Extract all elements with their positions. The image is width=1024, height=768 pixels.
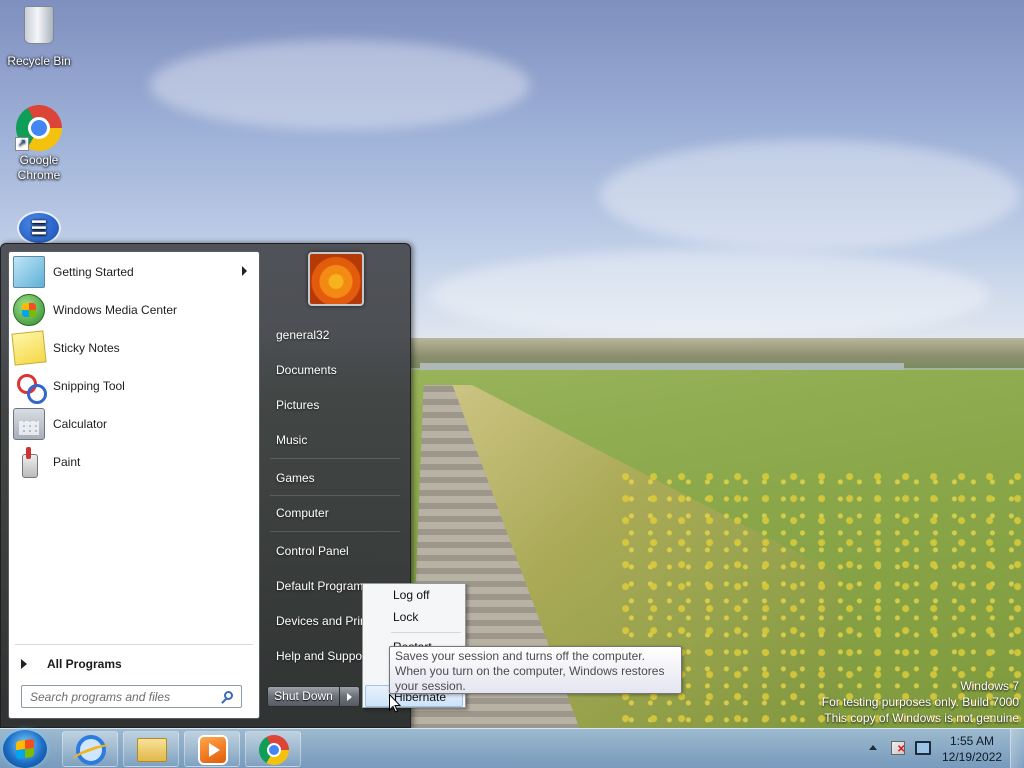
watermark-line2: For testing purposes only. Build 7000 [821,695,1019,709]
arrow-right-icon [21,659,27,669]
cloud [150,40,530,130]
network-icon[interactable] [915,741,931,755]
cloud [430,250,990,340]
clock-date: 12/19/2022 [942,750,1003,764]
all-programs-label: All Programs [47,657,122,671]
taskbar-windows-explorer[interactable] [123,731,179,767]
program-label: Windows Media Center [53,303,178,317]
divider [270,531,400,532]
program-getting-started[interactable]: Getting Started [11,254,257,290]
chrome-icon: ↗ [15,105,63,151]
ie-icon [76,735,106,765]
mouse-cursor-icon [389,694,401,713]
program-windows-media-center[interactable]: Windows Media Center [11,292,257,328]
shut-down-button[interactable]: Shut Down [267,686,340,707]
program-label: Sticky Notes [53,341,120,355]
windows-logo-icon [16,738,34,760]
program-label: Getting Started [53,265,134,279]
right-item-music[interactable]: Music [268,425,403,455]
search-box[interactable] [21,685,242,708]
watermark-line3: This copy of Windows is not genuine [824,711,1019,725]
divider [15,644,253,645]
folder-icon [137,738,167,762]
taskbar-media-player[interactable] [184,731,240,767]
menu-item-lock[interactable]: Lock [365,606,463,628]
submenu-arrow-icon[interactable] [242,266,247,276]
action-center-flag-icon[interactable] [891,741,905,755]
user-picture-avatar[interactable] [308,252,364,306]
show-hidden-icons-arrow-icon[interactable] [869,745,877,750]
program-paint[interactable]: Paint [11,444,257,480]
chrome-icon [259,735,289,765]
shut-down-options-button[interactable] [340,686,360,707]
desktop-icon-label: Recycle Bin [7,54,71,68]
search-icon[interactable] [224,691,233,700]
program-label: Calculator [53,417,108,431]
media-center-icon [13,294,45,326]
right-item-control-panel[interactable]: Control Panel [268,536,403,566]
right-item-pictures[interactable]: Pictures [268,390,403,420]
getting-started-icon [13,256,45,288]
sticky-notes-icon [11,330,47,366]
windows-watermark: Windows 7 For testing purposes only. Bui… [822,678,1019,726]
calculator-icon [13,408,45,440]
start-menu-programs-pane: Getting Started Windows Media Center Sti… [8,251,260,719]
system-clock[interactable]: 1:55 AM 12/19/2022 [942,733,1002,765]
divider [391,632,461,633]
show-desktop-button[interactable] [1010,729,1024,768]
search-input[interactable] [30,689,210,704]
hibernate-tooltip: Saves your session and turns off the com… [389,646,682,694]
desktop-icon-google-chrome[interactable]: ↗ Google Chrome [1,105,77,183]
right-item-documents[interactable]: Documents [268,355,403,385]
watermark-line1: Windows 7 [960,679,1019,693]
cloud [600,140,1020,250]
right-item-user[interactable]: general32 [268,320,403,350]
program-sticky-notes[interactable]: Sticky Notes [11,330,257,366]
desktop-icon-recycle-bin[interactable]: Recycle Bin [1,2,77,69]
divider [270,458,400,459]
taskbar: 1:55 AM 12/19/2022 [0,728,1024,768]
program-snipping-tool[interactable]: Snipping Tool [11,368,257,404]
program-calculator[interactable]: Calculator [11,406,257,442]
all-programs-button[interactable]: All Programs [11,650,257,678]
program-label: Snipping Tool [53,379,125,393]
recycle-bin-icon [15,6,63,52]
paint-icon [13,446,45,478]
start-button[interactable] [3,730,47,768]
right-item-games[interactable]: Games [268,463,403,493]
menu-item-log-off[interactable]: Log off [365,584,463,606]
arrow-right-icon [347,693,352,701]
program-label: Paint [53,455,81,469]
clock-time: 1:55 AM [949,734,995,748]
divider [270,495,400,496]
snipping-tool-icon [13,370,47,404]
media-player-icon [198,735,228,765]
right-item-computer[interactable]: Computer [268,498,403,528]
taskbar-google-chrome[interactable] [245,731,301,767]
taskbar-internet-explorer[interactable] [62,731,118,767]
desktop-icon-label: Google Chrome [17,153,61,182]
